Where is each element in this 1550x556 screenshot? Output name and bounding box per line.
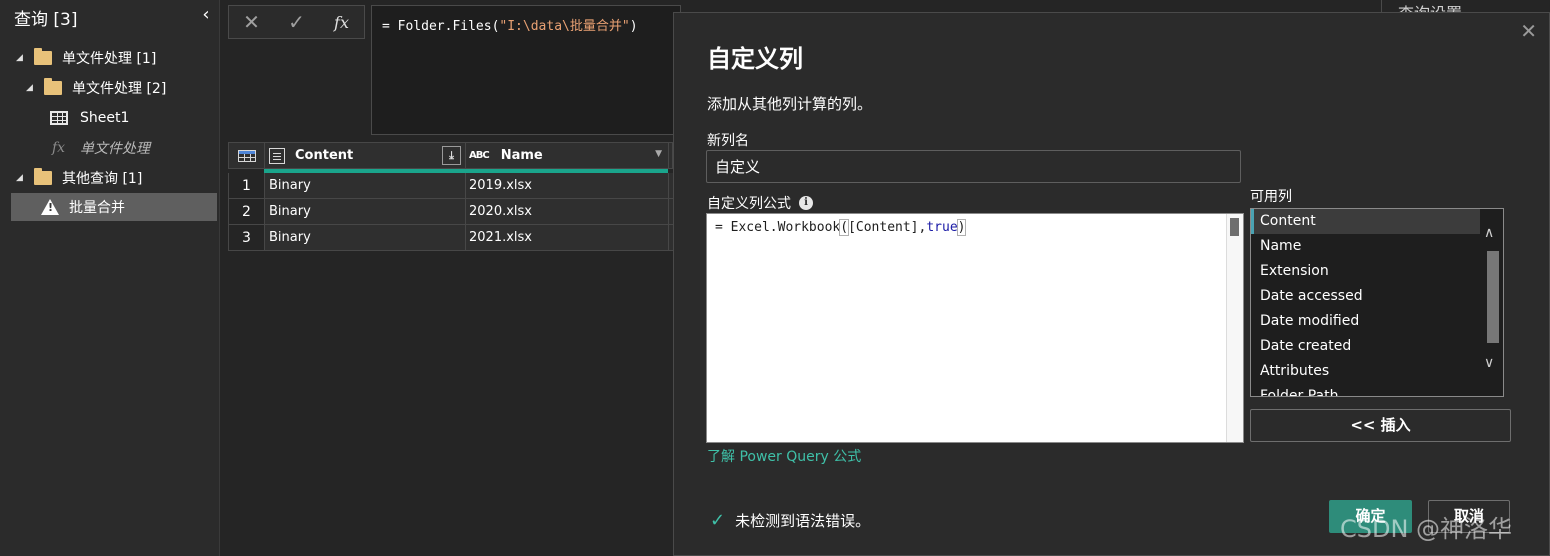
formula-bar-input[interactable]: = Folder.Files("I:\data\批量合并") <box>371 5 681 135</box>
grid-header: Content ⤓ ABC Name ▼ <box>228 142 674 169</box>
tree-subgroup-single-file[interactable]: ◢ 单文件处理 [2] <box>26 74 216 102</box>
expand-triangle-icon[interactable]: ◢ <box>16 53 26 63</box>
syntax-status: ✓ 未检测到语法错误。 <box>710 510 870 531</box>
syntax-status-text: 未检测到语法错误。 <box>735 512 871 530</box>
queries-title: 查询 [3] <box>14 10 78 30</box>
expand-triangle-icon[interactable]: ◢ <box>26 83 36 93</box>
custom-formula-label-text: 自定义列公式 <box>707 196 791 212</box>
query-settings-title: 查询设置 <box>1382 0 1550 12</box>
table-menu-icon[interactable] <box>229 143 265 168</box>
row-number: 1 <box>229 173 265 198</box>
folder-icon <box>34 168 52 185</box>
formula-string: "I:\data\批量合并" <box>499 19 630 34</box>
formula-suffix: ) <box>629 19 638 34</box>
queries-pane: 查询 [3] ‹ ◢ 单文件处理 [1] ◢ 单文件处理 [2] Sheet1 … <box>0 0 220 556</box>
tree-item-sheet1[interactable]: Sheet1 <box>50 104 216 132</box>
custom-formula-label: 自定义列公式 i <box>707 193 813 213</box>
tree-item-batch-merge[interactable]: ! 批量合并 <box>11 193 217 221</box>
column-header-name[interactable]: ABC Name ▼ <box>466 143 669 168</box>
check-icon: ✓ <box>710 510 726 531</box>
formula-close-paren: ) <box>956 219 967 236</box>
chevron-left-icon[interactable]: ‹ <box>196 4 216 26</box>
table-row: 2 Binary 2020.xlsx <box>228 199 674 225</box>
formula-scrollbar[interactable] <box>1226 214 1243 442</box>
available-columns-list[interactable]: Content Name Extension Date accessed Dat… <box>1250 208 1504 397</box>
text-type-icon[interactable]: ABC <box>469 150 490 161</box>
list-item[interactable]: Content <box>1251 209 1480 234</box>
table-icon <box>50 111 68 125</box>
row-number: 2 <box>229 199 265 224</box>
formula-prefix: = Excel.Workbook <box>715 220 841 235</box>
insert-button[interactable]: << 插入 <box>1250 409 1511 442</box>
chevron-up-icon[interactable]: ∧ <box>1484 225 1494 241</box>
list-item[interactable]: Date modified <box>1251 309 1480 334</box>
list-scrollbar[interactable]: ∧ ∨ <box>1481 209 1503 396</box>
cell-name[interactable]: 2021.xlsx <box>466 225 669 250</box>
table-row: 1 Binary 2019.xlsx <box>228 173 674 199</box>
new-column-name-label: 新列名 <box>707 133 749 149</box>
table-row: 3 Binary 2021.xlsx <box>228 225 674 251</box>
dialog-description: 添加从其他列计算的列。 <box>707 95 873 113</box>
formula-text[interactable]: = Excel.Workbook([Content],true) <box>715 219 967 236</box>
chevron-down-icon[interactable]: ∨ <box>1484 355 1494 371</box>
formula-keyword: true <box>926 220 958 235</box>
folder-icon <box>34 48 52 65</box>
tree-group-other[interactable]: ◢ 其他查询 [1] <box>16 164 216 192</box>
list-item[interactable]: Name <box>1251 234 1480 259</box>
tree-item-label: 批量合并 <box>69 200 125 216</box>
learn-power-query-link[interactable]: 了解 Power Query 公式 <box>707 446 861 466</box>
cell-content[interactable]: Binary <box>265 173 466 198</box>
function-icon: fx <box>52 140 66 156</box>
formula-open-paren: ( <box>839 219 850 236</box>
data-grid: Content ⤓ ABC Name ▼ 1 Binary 2019.xlsx … <box>228 142 674 251</box>
list-item[interactable]: Attributes <box>1251 359 1480 384</box>
close-icon[interactable]: ✕ <box>229 10 274 34</box>
available-columns-label: 可用列 <box>1250 189 1292 205</box>
new-column-name-input[interactable] <box>706 150 1241 183</box>
check-icon[interactable]: ✓ <box>274 10 319 34</box>
expand-binary-icon[interactable]: ⤓ <box>442 146 461 165</box>
fx-icon[interactable]: fx <box>319 13 364 32</box>
dialog-title: 自定义列 <box>707 45 803 73</box>
tree-item-label: 单文件处理 <box>80 141 150 157</box>
formula-bar-buttons: ✕ ✓ fx <box>228 5 365 39</box>
folder-icon <box>44 78 62 95</box>
formula-prefix: = Folder.Files( <box>382 19 500 34</box>
row-number: 3 <box>229 225 265 250</box>
info-icon[interactable]: i <box>799 196 813 210</box>
expand-triangle-icon[interactable]: ◢ <box>16 173 26 183</box>
list-item[interactable]: Date accessed <box>1251 284 1480 309</box>
tree-group-single-file[interactable]: ◢ 单文件处理 [1] <box>16 44 216 72</box>
custom-column-dialog: ✕ 自定义列 添加从其他列计算的列。 新列名 自定义列公式 i = Excel.… <box>673 12 1550 556</box>
tree-item-function[interactable]: fx 单文件处理 <box>52 134 216 162</box>
tree-group-label: 其他查询 [1] <box>62 171 143 187</box>
chevron-down-icon[interactable]: ▼ <box>655 149 662 159</box>
scrollbar-thumb[interactable] <box>1230 218 1239 236</box>
close-icon[interactable]: ✕ <box>1520 19 1537 43</box>
scrollbar-thumb[interactable] <box>1487 251 1499 343</box>
watermark: CSDN @神洛华 <box>1340 515 1513 543</box>
list-item[interactable]: Extension <box>1251 259 1480 284</box>
list-item[interactable]: Folder Path <box>1251 384 1480 396</box>
cell-name[interactable]: 2019.xlsx <box>466 173 669 198</box>
formula-args: [Content], <box>848 220 927 235</box>
tree-item-label: Sheet1 <box>80 110 130 126</box>
cell-content[interactable]: Binary <box>265 199 466 224</box>
column-header-content[interactable]: Content ⤓ <box>265 143 466 168</box>
cell-name[interactable]: 2020.xlsx <box>466 199 669 224</box>
column-header-label: Name <box>500 148 543 163</box>
custom-formula-editor[interactable]: = Excel.Workbook([Content],true) <box>706 213 1244 443</box>
list-item[interactable]: Date created <box>1251 334 1480 359</box>
binary-type-icon[interactable] <box>269 147 285 164</box>
cell-content[interactable]: Binary <box>265 225 466 250</box>
column-header-label: Content <box>295 148 354 163</box>
warning-icon: ! <box>41 199 59 215</box>
tree-subgroup-label: 单文件处理 [2] <box>72 81 167 97</box>
tree-group-label: 单文件处理 [1] <box>62 51 157 67</box>
